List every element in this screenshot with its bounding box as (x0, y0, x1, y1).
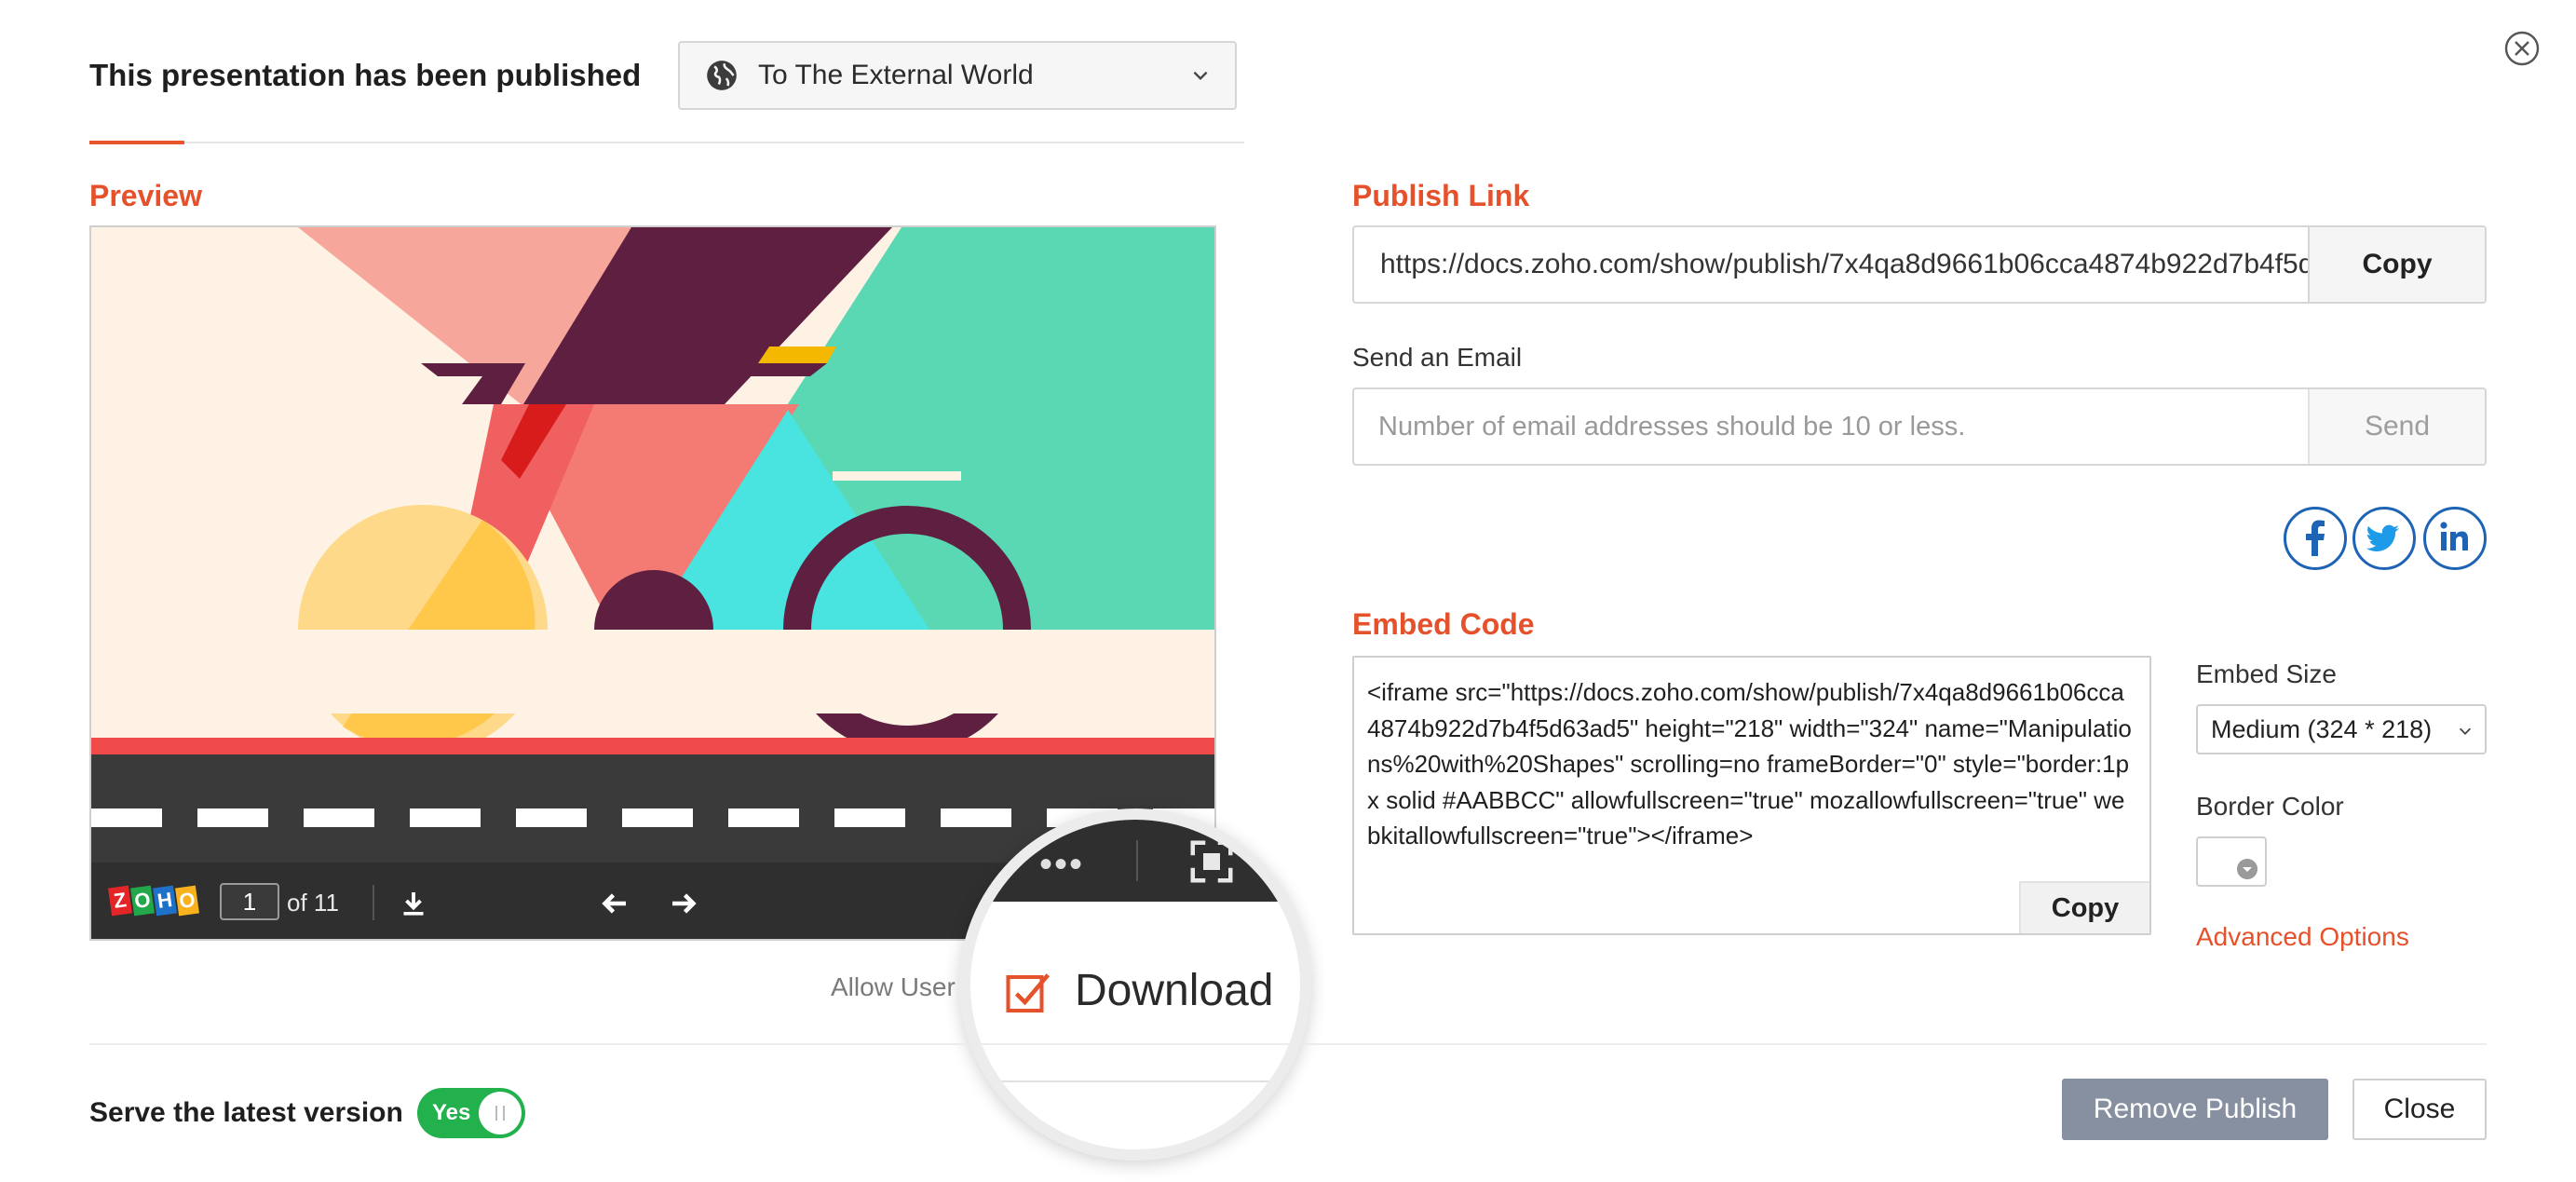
linkedin-icon (2440, 522, 2468, 550)
next-slide-icon[interactable] (665, 887, 702, 920)
publish-link-field: https://docs.zoho.com/show/publish/7x4qa… (1352, 225, 2487, 304)
page-number-input[interactable]: 1 (220, 883, 279, 920)
dialog-title: This presentation has been published (89, 58, 642, 92)
download-magnifier: ••• Download (959, 808, 1311, 1161)
previous-slide-icon[interactable] (596, 887, 633, 920)
header-divider (89, 142, 1244, 143)
publish-link-title: Publish Link (1352, 179, 1530, 212)
twitter-icon (2366, 524, 2399, 551)
send-email-field: Number of email addresses should be 10 o… (1352, 387, 2487, 466)
close-icon[interactable] (2503, 30, 2541, 67)
fullscreen-icon[interactable] (1186, 836, 1237, 887)
globe-icon (707, 61, 737, 90)
toolbar-divider (1136, 840, 1138, 881)
close-button[interactable]: Close (2352, 1079, 2487, 1140)
more-options-icon[interactable]: ••• (1039, 844, 1084, 886)
dropdown-arrow-icon (2237, 859, 2257, 879)
serve-latest-label: Serve the latest version (89, 1097, 403, 1128)
embed-code-title: Embed Code (1352, 607, 1535, 641)
advanced-options-link[interactable]: Advanced Options (2196, 922, 2409, 952)
serve-latest-toggle[interactable]: Yes (417, 1088, 525, 1138)
send-email-button[interactable]: Send (2308, 389, 2485, 464)
border-color-picker[interactable] (2196, 836, 2267, 887)
border-color-label: Border Color (2196, 792, 2344, 821)
download-icon[interactable] (397, 887, 430, 920)
chevron-down-icon (2459, 727, 2472, 735)
audience-value: To The External World (758, 60, 1034, 90)
facebook-icon (2306, 520, 2325, 556)
header-divider-accent (89, 141, 184, 144)
footer-divider (89, 1043, 2487, 1045)
linkedin-share-button[interactable] (2423, 507, 2487, 570)
download-option-label: Download (1075, 966, 1274, 1015)
zoho-logo: Z O H O (108, 885, 199, 917)
chevron-down-icon (1193, 71, 1208, 81)
allow-user-label: Allow User (831, 972, 956, 1001)
preview-title: Preview (89, 179, 202, 212)
toggle-label: Yes (432, 1100, 471, 1125)
copy-link-button[interactable]: Copy (2308, 227, 2485, 302)
embed-size-label: Embed Size (2196, 659, 2337, 688)
audience-dropdown[interactable]: To The External World (678, 41, 1237, 110)
magnifier-divider (970, 1080, 1300, 1082)
embed-size-value: Medium (324 * 218) (2211, 715, 2433, 743)
copy-embed-button[interactable]: Copy (2019, 881, 2149, 933)
toolbar-divider (373, 885, 374, 920)
twitter-share-button[interactable] (2352, 507, 2416, 570)
remove-publish-button[interactable]: Remove Publish (2062, 1079, 2328, 1140)
slide-artwork (91, 227, 1214, 863)
toggle-knob (479, 1092, 522, 1134)
embed-size-select[interactable]: Medium (324 * 218) (2196, 704, 2487, 754)
magnified-toolbar (970, 820, 1300, 902)
facebook-share-button[interactable] (2284, 507, 2347, 570)
email-input[interactable]: Number of email addresses should be 10 o… (1354, 389, 2308, 464)
send-email-label: Send an Email (1352, 343, 1523, 372)
page-total: of 11 (287, 889, 339, 917)
publish-link-input[interactable]: https://docs.zoho.com/show/publish/7x4qa… (1354, 227, 2308, 302)
download-checkbox-icon[interactable] (1004, 969, 1054, 1019)
